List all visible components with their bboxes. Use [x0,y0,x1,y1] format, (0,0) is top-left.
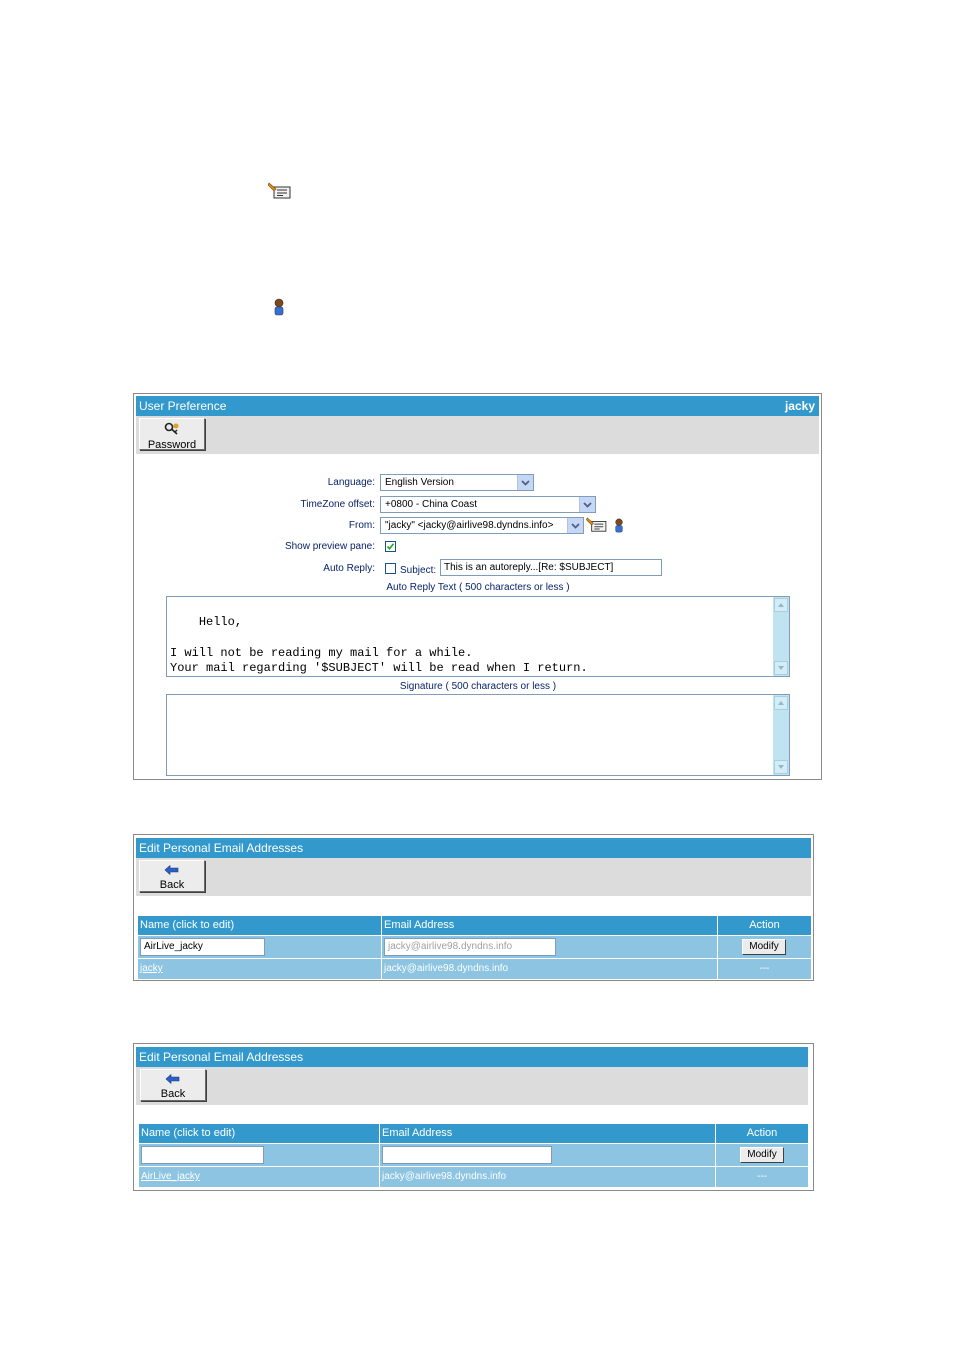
scrollbar[interactable] [773,695,789,775]
auto-reply-textarea[interactable]: Hello, I will not be reading my mail for… [166,596,790,677]
edit-contact-icon [268,182,292,200]
column-header-email: Email Address [380,1124,715,1143]
scroll-up-icon[interactable] [774,696,788,710]
scrollbar[interactable] [773,597,789,676]
auto-reply-checkbox[interactable] [385,563,396,574]
email-input[interactable]: jacky@airlive98.dyndns.info [384,938,556,956]
panel-title: Edit Personal Email Addresses [139,1050,304,1064]
chevron-down-icon [567,518,583,533]
column-header-name: Name (click to edit) [138,916,381,935]
scroll-down-icon[interactable] [774,760,788,774]
from-value: "jacky" <jacky@airlive98.dyndns.info> [385,520,554,531]
name-input[interactable]: AirLive_jacky [140,938,265,956]
table-cell: AirLive_jacky [138,936,381,958]
chevron-down-icon [579,497,595,512]
address-name-link[interactable]: jacky [140,963,163,974]
back-button-label: Back [160,1088,186,1100]
subject-label: Subject: [400,565,437,576]
column-header-action: Action [718,916,811,935]
language-select[interactable]: English Version [380,474,534,491]
from-select[interactable]: "jacky" <jacky@airlive98.dyndns.info> [380,517,584,534]
table-cell: jacky@airlive98.dyndns.info [382,936,717,958]
address-email-cell: jacky@airlive98.dyndns.info [382,959,717,979]
toolbar: Password [136,416,819,454]
user-icon [273,298,285,316]
auto-reply-text-label: Auto Reply Text ( 500 characters or less… [386,582,570,593]
key-icon [140,422,204,439]
auto-reply-label: Auto Reply: [323,563,375,574]
edit-addresses-panel-2: Edit Personal Email Addresses Back Name … [133,1043,814,1191]
toolbar: Back [136,858,811,896]
column-header-action: Action [716,1124,808,1143]
password-button[interactable]: Password [139,418,205,451]
subject-input[interactable]: This is an autoreply...[Re: $SUBJECT] [440,559,662,576]
language-value: English Version [385,477,454,488]
panel-titlebar: Edit Personal Email Addresses [136,1047,808,1067]
table-cell: Modify [716,1144,808,1166]
from-label: From: [348,520,375,531]
back-arrow-icon [140,864,204,879]
back-button[interactable]: Back [139,860,205,892]
timezone-select[interactable]: +0800 - China Coast [380,496,596,513]
action-cell: --- [716,1167,808,1187]
address-name-link[interactable]: AirLive_jacky [141,1171,200,1182]
column-header-name: Name (click to edit) [139,1124,379,1143]
name-input[interactable] [141,1146,264,1164]
table-row: jacky [138,959,381,979]
table-cell [380,1144,715,1166]
preview-pane-checkbox[interactable] [385,541,396,552]
scroll-up-icon[interactable] [774,598,788,612]
language-label: Language: [327,477,375,488]
signature-textarea[interactable] [166,694,790,776]
chevron-down-icon [517,475,533,490]
address-email-cell: jacky@airlive98.dyndns.info [380,1167,715,1187]
back-arrow-icon [141,1073,205,1088]
modify-button[interactable]: Modify [742,939,786,955]
modify-button[interactable]: Modify [740,1147,784,1163]
user-preference-panel: User Preference jacky Password Language:… [133,393,822,780]
auto-reply-text: Hello, I will not be reading my mail for… [170,614,588,676]
timezone-value: +0800 - China Coast [385,499,478,510]
toolbar: Back [136,1067,808,1105]
preview-pane-label: Show preview pane: [284,541,375,552]
signature-label: Signature ( 500 characters or less ) [399,681,557,692]
column-header-email: Email Address [382,916,717,935]
current-user: jacky [784,399,815,413]
user-icon[interactable] [614,518,624,533]
timezone-label: TimeZone offset: [300,499,375,510]
password-button-label: Password [147,439,197,451]
email-input[interactable] [382,1146,552,1164]
panel-title: Edit Personal Email Addresses [139,841,304,855]
back-button[interactable]: Back [140,1069,206,1101]
table-row: AirLive_jacky [139,1167,379,1187]
table-cell [139,1144,379,1166]
panel-titlebar: User Preference jacky [136,396,819,416]
table-cell: Modify [718,936,811,958]
edit-addresses-panel-1: Edit Personal Email Addresses Back Name … [133,834,814,981]
scroll-down-icon[interactable] [774,661,788,675]
action-cell: --- [718,959,811,979]
edit-addresses-icon[interactable] [586,517,608,533]
checkmark-icon [386,543,395,551]
panel-title: User Preference [139,399,227,413]
back-button-label: Back [159,879,185,891]
panel-titlebar: Edit Personal Email Addresses [136,838,811,858]
